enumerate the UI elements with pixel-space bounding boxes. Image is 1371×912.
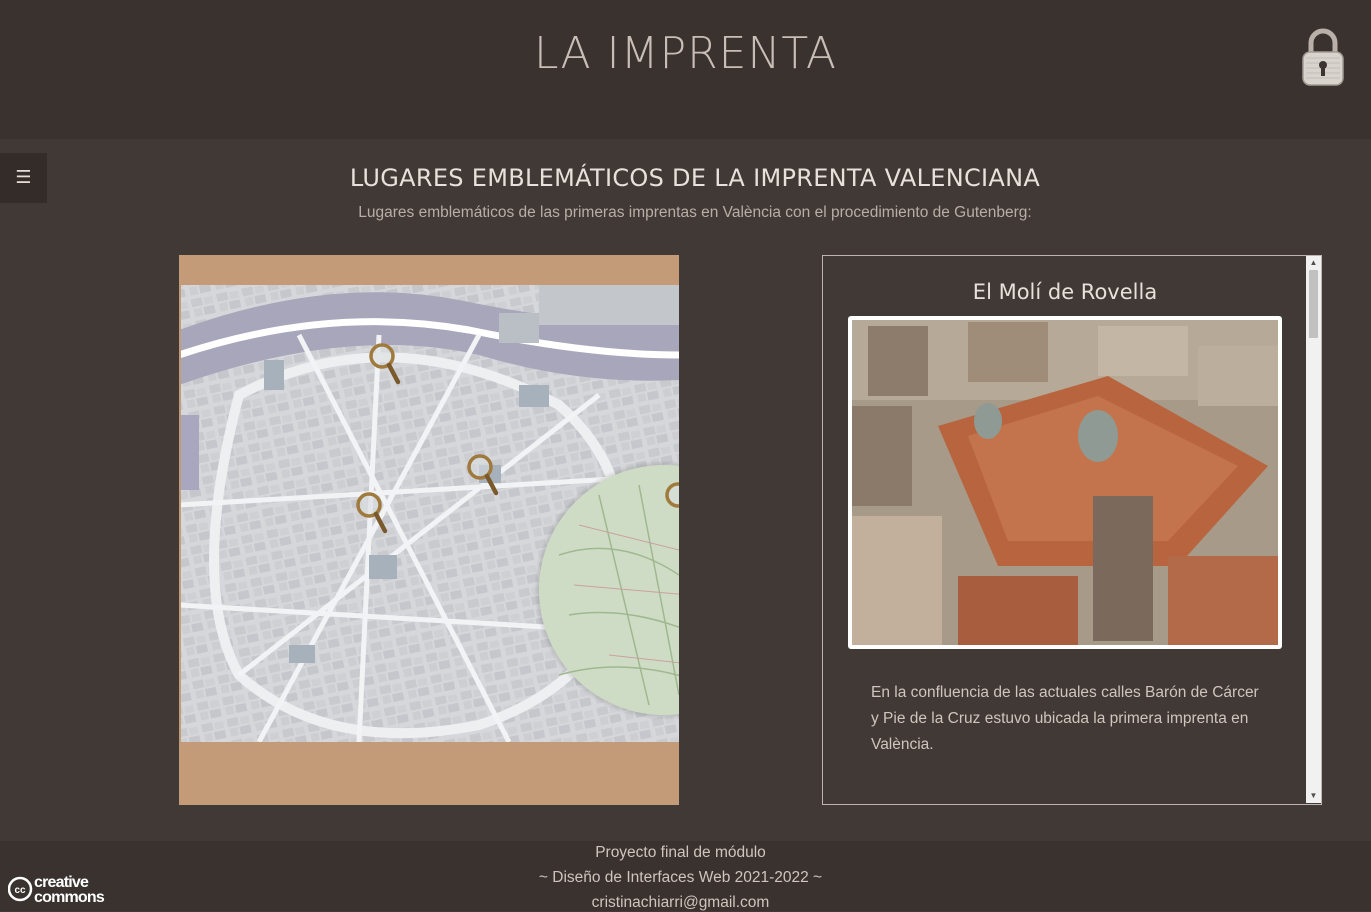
info-panel-scrollbar[interactable]: ▲ ▼ xyxy=(1306,256,1321,803)
page-title: LUGARES EMBLEMÁTICOS DE LA IMPRENTA VALE… xyxy=(349,164,1041,192)
footer-email[interactable]: cristinachiarri@gmail.com xyxy=(0,894,1361,912)
magnifier-marker-3[interactable] xyxy=(355,491,389,535)
aerial-market-photo xyxy=(852,320,1278,645)
place-photo xyxy=(848,316,1282,649)
magnifier-marker-1[interactable] xyxy=(368,342,402,386)
magnifier-marker-2[interactable] xyxy=(466,453,500,497)
place-description: En la confluencia de las actuales calles… xyxy=(871,684,1259,753)
svg-text:commons: commons xyxy=(34,889,105,905)
footer-project: Proyecto final de módulo xyxy=(595,844,766,861)
magnifier-marker-4[interactable] xyxy=(664,481,679,525)
scroll-up-arrow-icon[interactable]: ▲ xyxy=(1306,256,1321,270)
place-title: El Molí de Rovella xyxy=(972,280,1158,304)
scroll-thumb[interactable] xyxy=(1309,270,1318,338)
info-panel[interactable]: El Molí de Rovella En la confluencia de … xyxy=(822,255,1322,805)
map-card xyxy=(179,255,679,805)
page-subtitle: Lugares emblemáticos de las primeras imp… xyxy=(358,204,1032,221)
site-footer: Proyecto final de módulo ~ Diseño de Int… xyxy=(0,841,1371,911)
svg-text:cc: cc xyxy=(14,885,26,896)
creative-commons-icon[interactable]: cc creative commons xyxy=(8,873,123,905)
footer-course: ~ Diseño de Interfaces Web 2021-2022 ~ xyxy=(538,869,823,886)
site-header: LA IMPRENTA xyxy=(0,0,1371,139)
scroll-down-arrow-icon[interactable]: ▼ xyxy=(1306,789,1321,803)
city-map xyxy=(181,285,679,742)
padlock-icon[interactable] xyxy=(1300,27,1346,87)
site-title: LA IMPRENTA xyxy=(534,28,837,79)
